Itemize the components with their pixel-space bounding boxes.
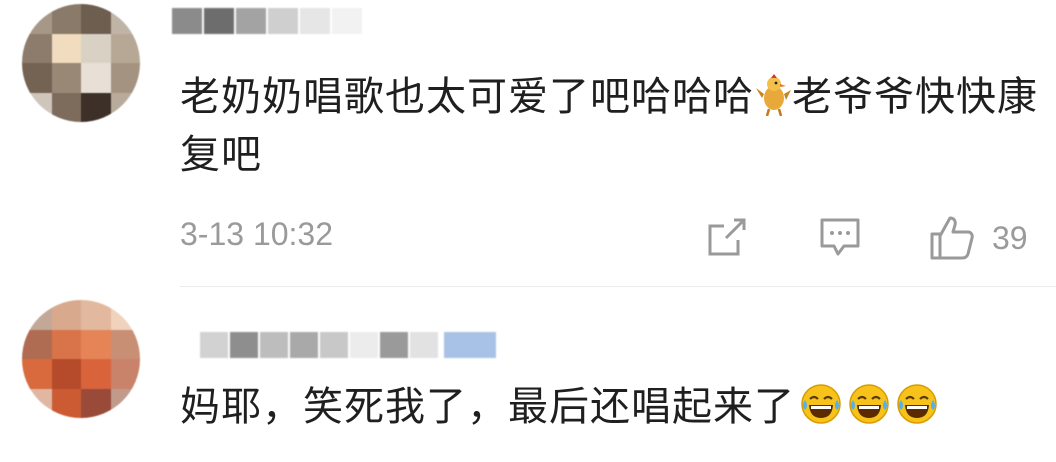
comment-item: 老奶奶唱歌也太可爱了吧哈哈哈 老爷爷快快康复吧 3-13 10:32 39 [0,0,1056,288]
avatar[interactable] [22,300,140,418]
share-icon [708,218,746,256]
like-button[interactable]: 39 [928,214,1028,262]
avatar[interactable] [22,4,140,122]
comment-icon [820,218,860,256]
like-count: 39 [992,219,1028,256]
reply-button[interactable] [818,214,862,258]
laughing-tears-emoji-icon [801,384,841,424]
username-redacted[interactable] [172,8,362,34]
timestamp: 3-13 10:32 [180,216,334,252]
share-button[interactable] [704,214,750,260]
username-redacted[interactable] [200,332,496,358]
laughing-tears-emoji-icon [897,384,937,424]
laughing-tears-emoji-icon [849,384,889,424]
comment-item: 妈耶，笑死我了，最后还唱起来了 [0,288,1056,462]
thumbs-up-icon [930,216,974,260]
comment-text: 老奶奶唱歌也太可爱了吧哈哈哈 老爷爷快快康复吧 [180,74,1038,178]
chicken-emoji-icon [756,74,791,116]
divider [180,286,1056,287]
comment-text: 妈耶，笑死我了，最后还唱起来了 [180,378,1040,436]
